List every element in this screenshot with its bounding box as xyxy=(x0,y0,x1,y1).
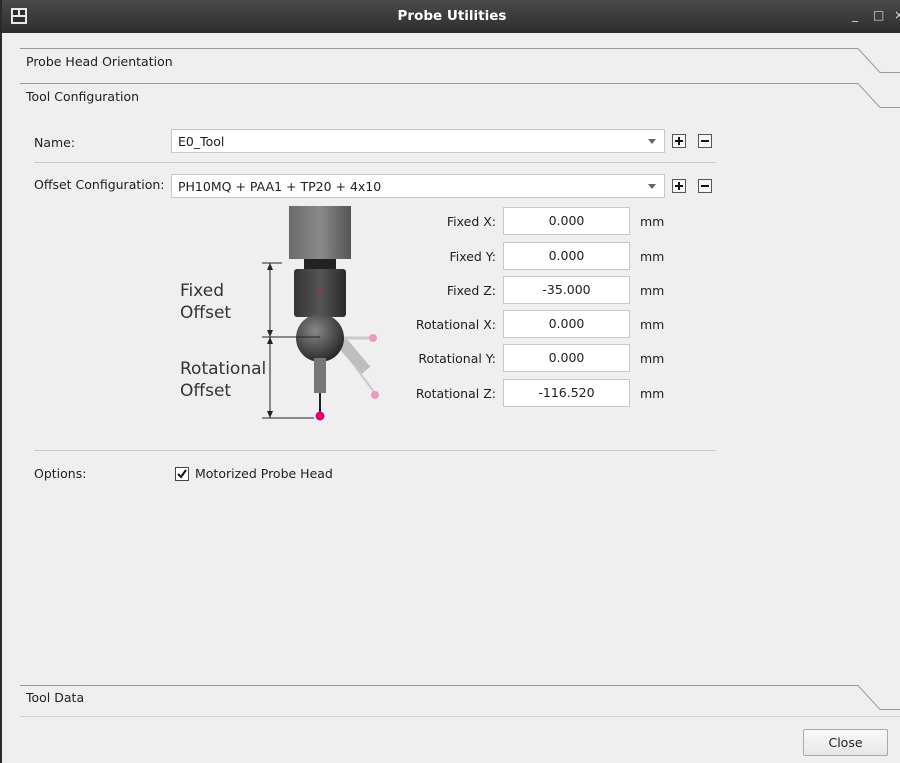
section-tool-configuration[interactable]: Tool Configuration xyxy=(20,83,900,109)
minus-icon xyxy=(701,140,709,142)
add-tool-button[interactable] xyxy=(672,134,686,148)
rotational-offset-caption-line1: Rotational xyxy=(180,359,267,379)
motorized-probe-head-checkbox[interactable] xyxy=(175,467,189,481)
maximize-button[interactable]: □ xyxy=(873,8,884,22)
fixed-x-input[interactable]: 0.000 xyxy=(503,207,630,235)
rotational-z-label: Rotational Z: xyxy=(415,386,496,401)
window-title: Probe Utilities xyxy=(397,8,507,24)
rotational-offset-caption-line2: Offset xyxy=(180,381,232,401)
fixed-z-label: Fixed Z: xyxy=(446,283,496,298)
fixed-z-input[interactable]: -35.000 xyxy=(503,276,630,304)
section-probe-head-orientation[interactable]: Probe Head Orientation xyxy=(20,48,900,74)
fixed-x-label: Fixed X: xyxy=(446,214,496,229)
divider xyxy=(34,162,716,163)
remove-offset-button[interactable] xyxy=(698,179,712,193)
section-label: Tool Configuration xyxy=(26,89,140,104)
footer-divider xyxy=(20,716,900,717)
minimize-button[interactable]: _ xyxy=(852,8,858,22)
fixed-z-unit: mm xyxy=(640,283,665,298)
section-tool-data[interactable]: Tool Data xyxy=(20,685,900,711)
close-button[interactable]: Close xyxy=(803,729,888,756)
plus-icon xyxy=(675,137,683,145)
fixed-offset-caption-line2: Offset xyxy=(180,303,232,323)
minus-icon xyxy=(701,185,709,187)
offset-configuration-combobox[interactable]: PH10MQ + PAA1 + TP20 + 4x10 xyxy=(171,174,665,198)
remove-tool-button[interactable] xyxy=(698,134,712,148)
check-icon xyxy=(177,469,187,479)
close-window-button[interactable]: × xyxy=(894,8,900,22)
name-label: Name: xyxy=(34,135,76,150)
rotational-offset-caption: Rotational Offset xyxy=(180,358,266,402)
fixed-offset-caption-line1: Fixed xyxy=(180,281,225,301)
rotational-x-label: Rotational X: xyxy=(415,317,496,332)
offset-configuration-value: PH10MQ + PAA1 + TP20 + 4x10 xyxy=(178,179,382,194)
options-label: Options: xyxy=(34,466,87,481)
chevron-down-icon xyxy=(648,139,656,144)
rotational-y-input[interactable]: 0.000 xyxy=(503,344,630,372)
section-tab-outline xyxy=(20,83,900,108)
rotational-y-unit: mm xyxy=(640,351,665,366)
section-tab-outline xyxy=(20,685,900,710)
offset-configuration-label: Offset Configuration: xyxy=(34,177,165,192)
fixed-y-input[interactable]: 0.000 xyxy=(503,242,630,270)
fixed-offset-caption: Fixed Offset xyxy=(180,280,231,324)
section-label: Probe Head Orientation xyxy=(26,54,173,69)
fixed-y-unit: mm xyxy=(640,249,665,264)
rotational-y-label: Rotational Y: xyxy=(418,351,496,366)
rotational-x-unit: mm xyxy=(640,317,665,332)
fixed-y-label: Fixed Y: xyxy=(449,249,496,264)
plus-icon xyxy=(675,182,683,190)
probe-utilities-window: Probe Utilities _ □ × Probe Head Orienta… xyxy=(0,0,900,763)
fixed-x-unit: mm xyxy=(640,214,665,229)
rotational-z-unit: mm xyxy=(640,386,665,401)
section-label: Tool Data xyxy=(26,690,85,705)
name-value: E0_Tool xyxy=(178,134,225,149)
name-combobox[interactable]: E0_Tool xyxy=(171,129,665,153)
add-offset-button[interactable] xyxy=(672,179,686,193)
divider xyxy=(34,450,716,451)
motorized-probe-head-label[interactable]: Motorized Probe Head xyxy=(195,466,333,481)
title-bar[interactable]: Probe Utilities _ □ × xyxy=(2,0,900,33)
rotational-z-input[interactable]: -116.520 xyxy=(503,379,630,407)
chevron-down-icon xyxy=(648,184,656,189)
rotational-x-input[interactable]: 0.000 xyxy=(503,310,630,338)
